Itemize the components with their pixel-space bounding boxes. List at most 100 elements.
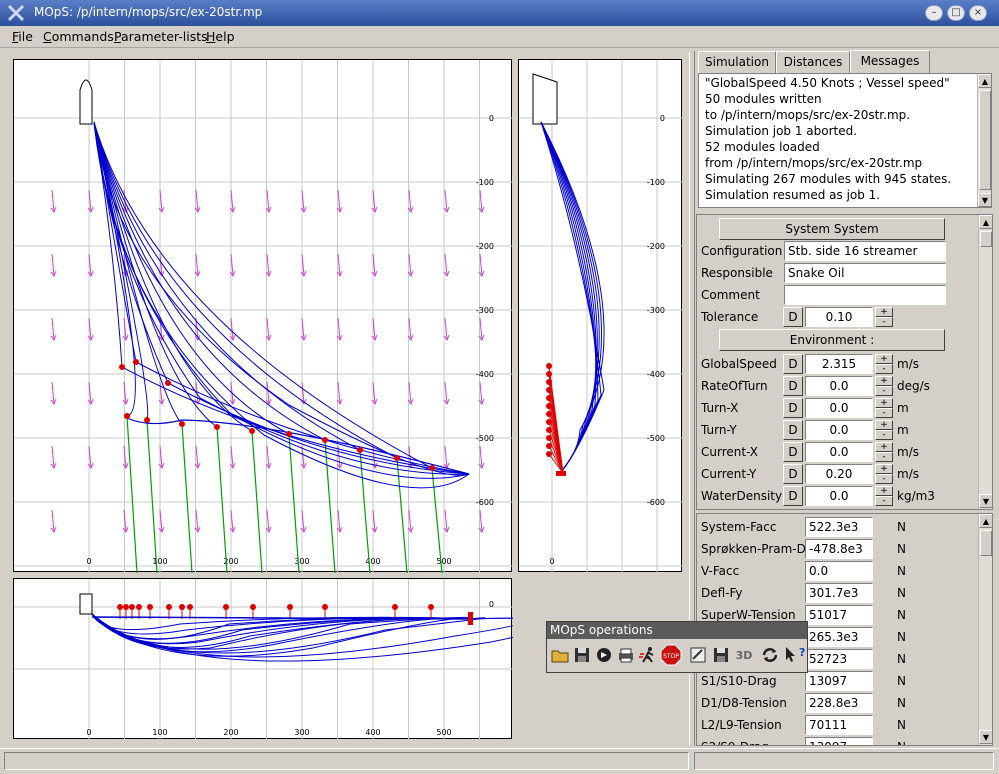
scroll-thumb[interactable]	[980, 231, 992, 247]
streamer-line	[93, 121, 470, 475]
scroll-up-icon[interactable]: ▲	[979, 215, 992, 229]
param-default-button[interactable]: D	[783, 398, 803, 418]
param-default-button[interactable]: D	[783, 486, 803, 506]
current-arrow	[479, 445, 483, 469]
param-stepper[interactable]: + -	[875, 376, 893, 396]
scroll-up-icon[interactable]: ▲	[979, 514, 992, 528]
tab-messages[interactable]: Messages	[850, 50, 930, 73]
status-bar	[0, 748, 999, 774]
plan-view-canvas: 0-100-200-300-400-500-6000 100 200 300 400 50…	[14, 60, 513, 573]
system-header-button[interactable]: System System	[719, 218, 945, 240]
environment-button[interactable]: Environment :	[719, 329, 945, 351]
edit-icon[interactable]	[687, 644, 709, 666]
param-value-field[interactable]: 0.20	[805, 464, 873, 484]
minimize-button[interactable]: –	[925, 5, 943, 21]
refresh-icon[interactable]	[759, 644, 781, 666]
plan-view-plot[interactable]: 0 -100 -200 -300 -400 -500 -600 0 100 200 300 400 50…	[13, 59, 513, 573]
decrement-icon[interactable]: -	[875, 408, 893, 418]
tolerance-stepper[interactable]: + -	[875, 307, 893, 327]
param-value-field[interactable]: 2.315	[805, 354, 873, 374]
comment-field[interactable]	[784, 285, 946, 305]
configuration-field[interactable]: Stb. side 16 streamer	[784, 241, 946, 261]
increment-icon[interactable]: +	[875, 354, 893, 364]
increment-icon[interactable]: +	[875, 376, 893, 386]
menu-parameter-lists[interactable]: Parameter-lists	[114, 29, 208, 44]
stop-icon[interactable]: STOP	[660, 644, 682, 666]
param-default-button[interactable]: D	[783, 376, 803, 396]
current-arrow	[51, 317, 55, 341]
open-icon[interactable]	[549, 644, 571, 666]
param-stepper[interactable]: + -	[875, 464, 893, 484]
param-value-field[interactable]: 0.0	[805, 420, 873, 440]
decrement-icon[interactable]: -	[875, 386, 893, 396]
increment-icon[interactable]: +	[875, 464, 893, 474]
run-icon[interactable]	[637, 644, 659, 666]
param-default-button[interactable]: D	[783, 442, 803, 462]
menu-commands[interactable]: Commands	[43, 29, 114, 44]
save-icon[interactable]	[571, 644, 593, 666]
system-scrollbar[interactable]: ▲ ▼	[978, 215, 992, 509]
param-stepper[interactable]: + -	[875, 354, 893, 374]
scroll-down-icon[interactable]: ▼	[979, 494, 992, 508]
param-value-field[interactable]: 0.0	[805, 376, 873, 396]
current-arrow	[266, 381, 270, 405]
help-pointer-icon[interactable]: ?	[783, 644, 805, 666]
side-view-plot[interactable]: 0 -100 -200 -300 -400 -500 -600 0	[518, 59, 683, 573]
streamer-line	[93, 121, 470, 475]
tolerance-default-button[interactable]: D	[783, 307, 803, 327]
message-line: Simulation job 1 aborted.	[705, 124, 858, 138]
menu-help[interactable]: Help	[206, 29, 235, 44]
param-stepper[interactable]: + -	[875, 420, 893, 440]
resume-icon[interactable]	[593, 644, 615, 666]
operations-toolbar-title[interactable]: MOpS operations	[547, 622, 807, 639]
param-default-button[interactable]: D	[783, 420, 803, 440]
save-as-icon[interactable]	[710, 644, 732, 666]
decrement-icon[interactable]: -	[875, 452, 893, 462]
scroll-up-icon[interactable]: ▲	[978, 74, 991, 88]
front-view-plot[interactable]: 0 0 100 200 300 400 500	[13, 578, 513, 740]
messages-scrollbar[interactable]: ▲ ▼	[977, 74, 991, 207]
param-value-field[interactable]: 0.0	[805, 442, 873, 462]
print-icon[interactable]	[615, 644, 637, 666]
current-arrow	[444, 317, 448, 341]
decrement-icon[interactable]: -	[875, 317, 893, 327]
decrement-icon[interactable]: -	[875, 364, 893, 374]
decrement-icon[interactable]: -	[875, 496, 893, 506]
current-arrow	[195, 445, 199, 469]
current-arrow	[195, 253, 199, 277]
param-default-button[interactable]: D	[783, 354, 803, 374]
scroll-down-icon[interactable]: ▼	[979, 730, 992, 744]
results-scrollbar[interactable]: ▲ ▼	[978, 514, 992, 745]
tolerance-field[interactable]: 0.10	[805, 307, 873, 327]
scroll-thumb[interactable]	[980, 530, 992, 556]
increment-icon[interactable]: +	[875, 442, 893, 452]
decrement-icon[interactable]: -	[875, 430, 893, 440]
param-stepper[interactable]: + -	[875, 486, 893, 506]
messages-log[interactable]: "GlobalSpeed 4.50 Knots ; Vessel speed" …	[698, 73, 992, 208]
app-x-icon[interactable]	[6, 3, 26, 23]
param-value-field[interactable]: 0.0	[805, 398, 873, 418]
param-stepper[interactable]: + -	[875, 398, 893, 418]
responsible-field[interactable]: Snake Oil	[784, 263, 946, 283]
close-button[interactable]: ×	[969, 5, 987, 21]
result-label: S2/S9-Drag	[701, 740, 805, 745]
increment-icon[interactable]: +	[875, 398, 893, 408]
result-unit: N	[897, 586, 906, 600]
param-value-field[interactable]: 0.0	[805, 486, 873, 506]
maximize-button[interactable]: □	[947, 5, 965, 21]
increment-icon[interactable]: +	[875, 486, 893, 496]
increment-icon[interactable]: +	[875, 420, 893, 430]
scroll-down-icon[interactable]: ▼	[978, 193, 991, 207]
tab-simulation[interactable]: Simulation	[698, 51, 776, 73]
result-unit: N	[897, 652, 906, 666]
param-stepper[interactable]: + -	[875, 442, 893, 462]
menu-file[interactable]: File	[12, 29, 33, 44]
scroll-thumb[interactable]	[979, 90, 991, 190]
increment-icon[interactable]: +	[875, 307, 893, 317]
tab-distances[interactable]: Distances	[776, 51, 850, 73]
param-default-button[interactable]: D	[783, 464, 803, 484]
result-label: Defl-Fy	[701, 586, 743, 600]
operations-toolbar[interactable]: MOpS operations STOP 3D ?	[546, 621, 808, 673]
3d-icon[interactable]: 3D	[733, 644, 755, 666]
decrement-icon[interactable]: -	[875, 474, 893, 484]
